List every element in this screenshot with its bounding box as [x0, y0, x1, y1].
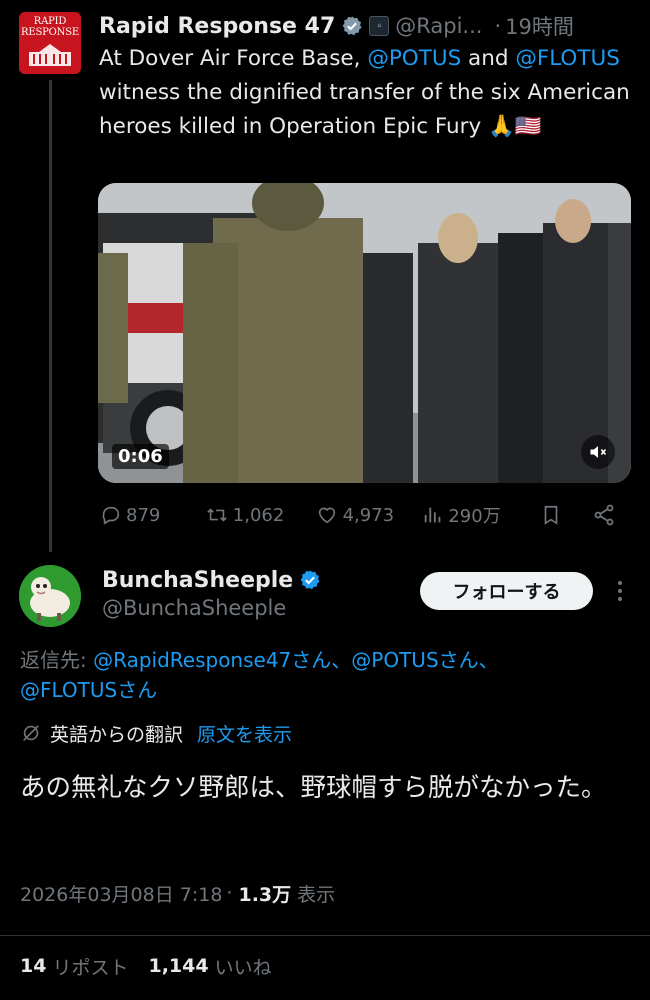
tweet1-text: At Dover Air Force Base, @POTUS and @FLO… — [99, 42, 639, 144]
tweet1-time-separator: · — [494, 14, 502, 38]
verified-blue-icon — [300, 570, 320, 590]
tweet1-text-segment: witness the dignified transfer of the si… — [99, 80, 630, 139]
like-icon — [318, 507, 335, 524]
repost-icon — [207, 508, 227, 522]
views-count: 290万 — [448, 506, 501, 527]
tweet1-text-segment: At Dover Air Force Base, — [99, 46, 368, 71]
thread-connector-line — [49, 80, 52, 552]
reply-count: 879 — [126, 504, 161, 526]
reply-prefix: 返信先: — [20, 648, 94, 672]
translate-icon — [23, 725, 39, 741]
like-count: 4,973 — [342, 504, 395, 526]
meta-separator: · — [226, 882, 233, 904]
mute-button[interactable] — [581, 435, 615, 469]
reply-mention-flotus[interactable]: @FLOTUSさん — [20, 678, 157, 702]
reply-action[interactable]: 879 — [100, 504, 205, 526]
bunchasheeple-avatar[interactable] — [19, 565, 81, 627]
share-button[interactable] — [592, 503, 620, 527]
rapid-response-avatar[interactable]: RAPID RESPONSE — [19, 12, 81, 74]
show-original-link[interactable]: 原文を表示 — [197, 720, 292, 747]
repost-count: 1,062 — [232, 504, 285, 526]
likes-count[interactable]: 1,144 — [148, 955, 208, 977]
more-icon — [618, 581, 622, 601]
tweet1-time[interactable]: 19時間 — [505, 11, 574, 41]
share-icon — [594, 504, 614, 526]
white-house-icon — [29, 44, 71, 66]
gov-badge-icon: ⌂ — [369, 16, 390, 36]
reply-sep: 、 — [331, 648, 352, 672]
bookmark-icon — [544, 505, 558, 525]
replying-to: 返信先: @RapidResponse47さん、@POTUSさん、 @FLOTUS… — [20, 645, 630, 705]
video-duration: 0:06 — [112, 444, 169, 469]
tweet2-handle[interactable]: @BunchaSheeple — [102, 596, 286, 620]
tweet1-handle[interactable]: @Rapi... — [395, 14, 482, 38]
avatar-logo-text: RAPID RESPONSE — [21, 16, 79, 38]
tweet2-display-name[interactable]: BunchaSheeple — [102, 568, 293, 593]
translation-row: 英語からの翻訳 原文を表示 — [20, 718, 292, 748]
tweet2-meta: 2026年03月08日 7:18 · 1.3万 表示 — [20, 876, 335, 910]
tweet1-header: Rapid Response 47 ⌂ @Rapi... · 19時間 — [99, 10, 639, 42]
more-options-button[interactable] — [608, 578, 632, 604]
reply-mention-rapidresponse[interactable]: @RapidResponse47さん — [93, 648, 331, 672]
like-action[interactable]: 4,973 — [315, 504, 423, 526]
tweet2-stats: 14 リポスト 1,144 いいね — [20, 950, 272, 982]
reply-mention-potus[interactable]: @POTUSさん — [351, 648, 478, 672]
likes-label[interactable]: いいね — [215, 953, 272, 980]
reposts-label[interactable]: リポスト — [52, 953, 128, 980]
views-action[interactable]: 290万 — [422, 502, 540, 528]
tweet2-name-row: BunchaSheeple — [102, 564, 321, 596]
translation-label: 英語からの翻訳 — [50, 723, 184, 746]
reply-icon — [102, 506, 120, 525]
reposts-count[interactable]: 14 — [20, 955, 46, 977]
sheep-avatar-image — [19, 565, 81, 627]
tweet1-actions: 879 1,062 4,973 290万 — [100, 500, 620, 530]
tweet1-mention[interactable]: @FLOTUS — [515, 46, 620, 71]
verified-gray-icon — [342, 16, 362, 36]
tweet1-video[interactable]: 0:06 — [98, 183, 631, 483]
repost-action[interactable]: 1,062 — [205, 504, 315, 526]
follow-button[interactable]: フォローする — [420, 572, 593, 610]
tweet2-timestamp[interactable]: 2026年03月08日 7:18 — [20, 880, 222, 907]
tweet1-mention[interactable]: @POTUS — [367, 46, 461, 71]
tweet-thread-page: RAPID RESPONSE Rapid Response 47 ⌂ @Rapi.… — [0, 0, 650, 1000]
tweet2-text: あの無礼なクソ野郎は、野球帽すら脱がなかった。 — [20, 773, 607, 803]
bookmark-button[interactable] — [540, 503, 592, 527]
tweet2-views-label: 表示 — [297, 883, 336, 906]
mute-icon — [590, 446, 607, 458]
reply-sep: 、 — [478, 648, 499, 672]
views-icon — [425, 507, 441, 523]
tweet1-display-name[interactable]: Rapid Response 47 — [99, 14, 335, 39]
video-frame — [98, 183, 631, 483]
tweet1-text-segment: and — [461, 46, 516, 71]
tweet2-views-count: 1.3万 — [238, 883, 292, 906]
divider — [0, 935, 650, 936]
